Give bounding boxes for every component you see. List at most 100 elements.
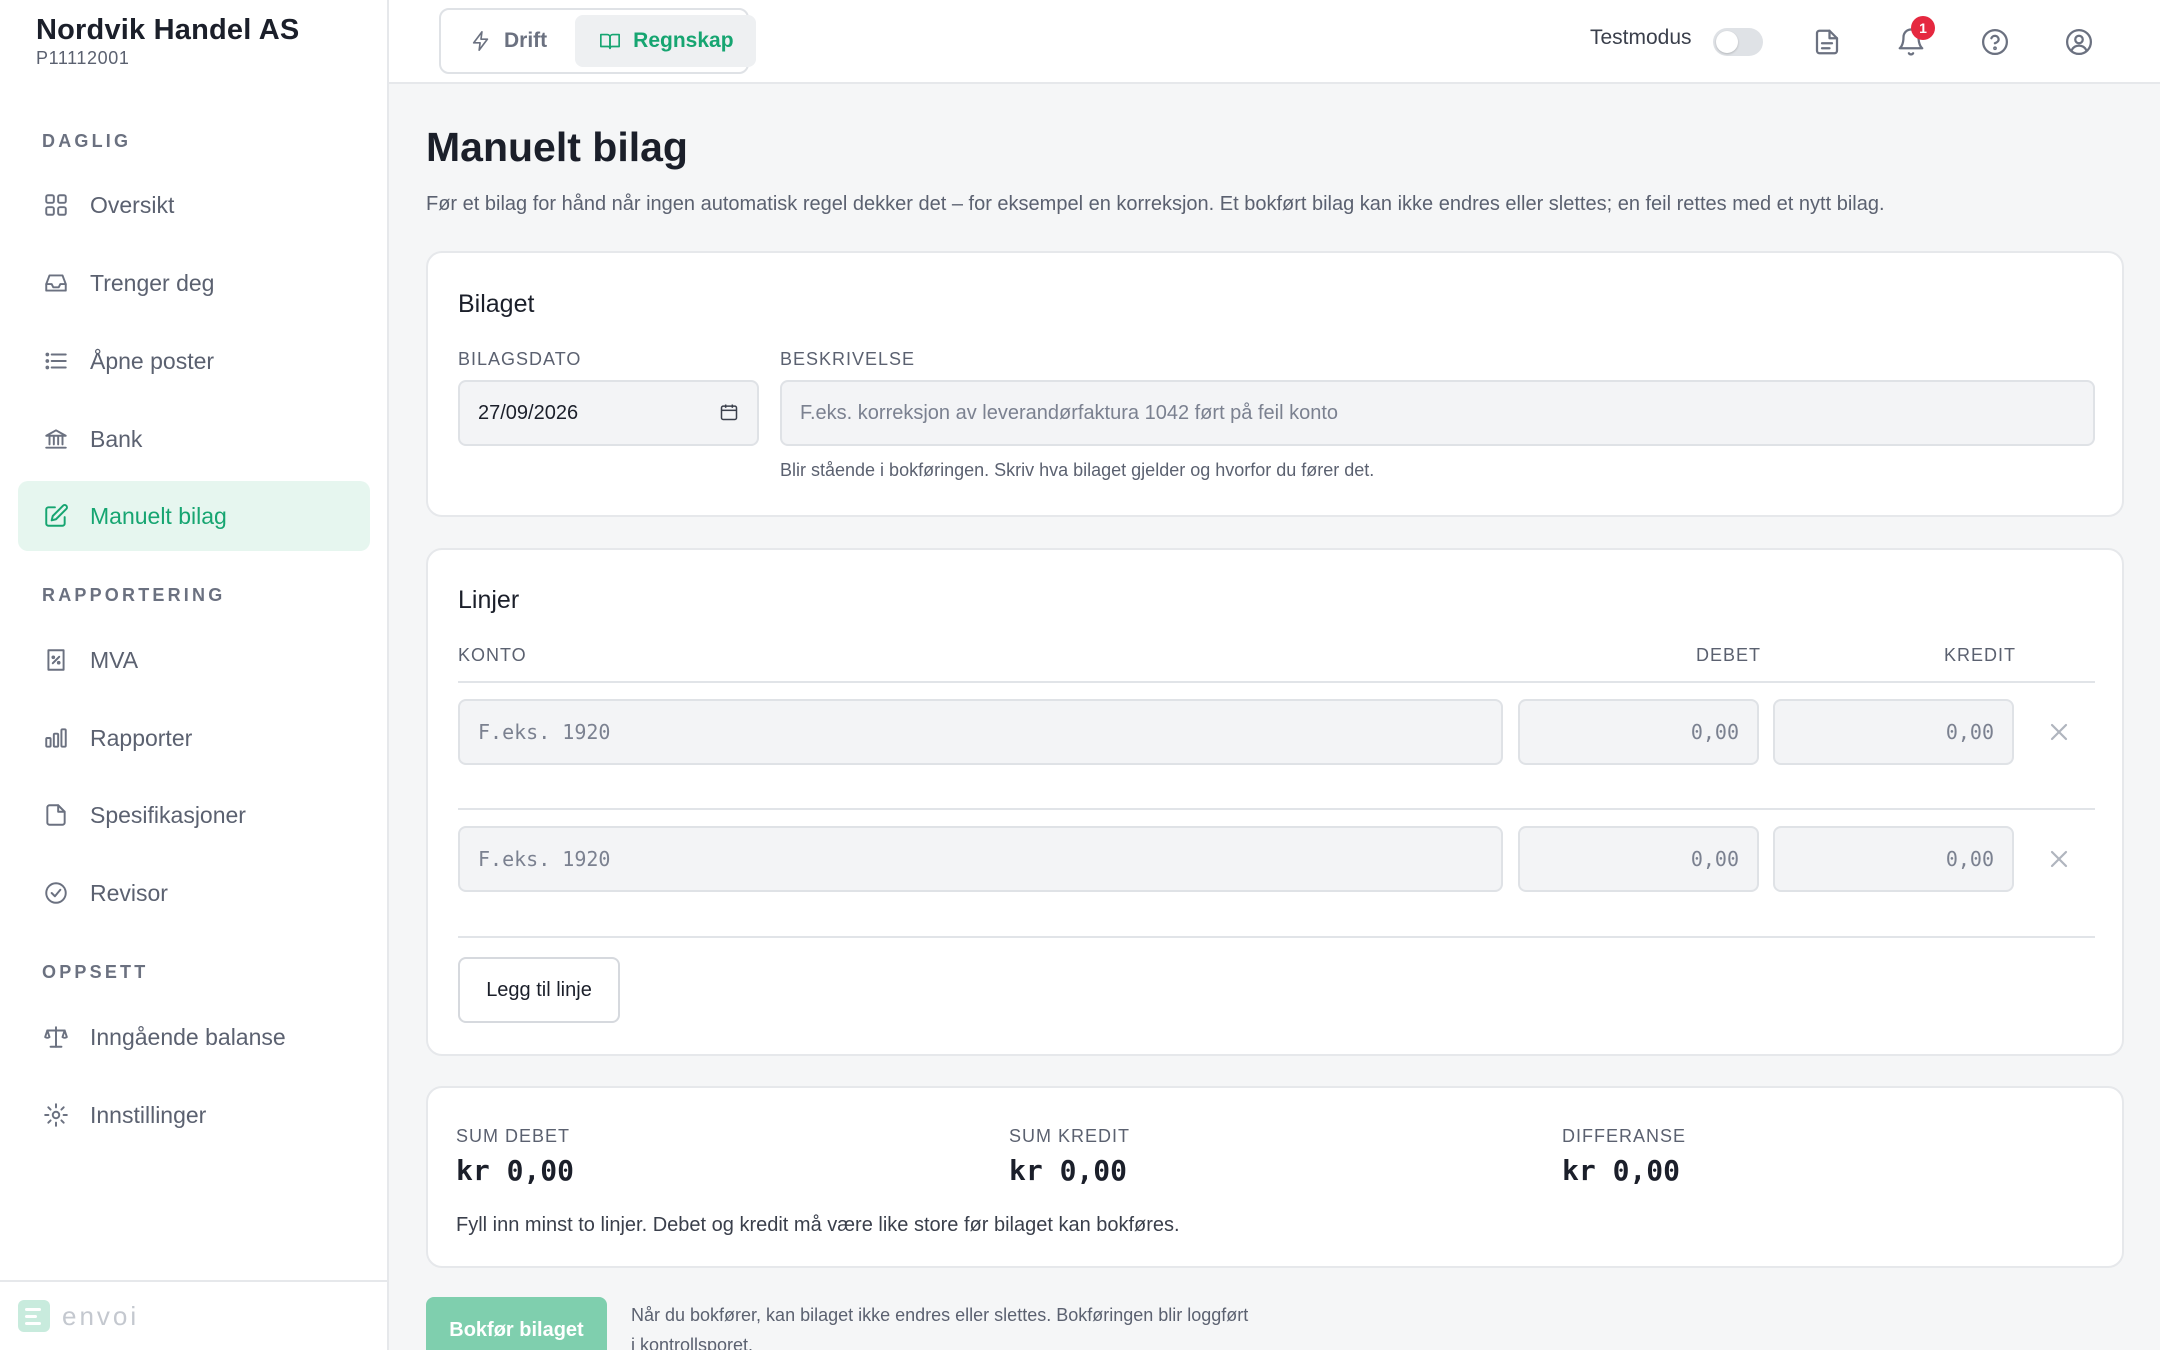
page-title: Manuelt bilag — [426, 124, 688, 170]
konto-input[interactable]: F.eks. 1920 — [458, 699, 1503, 765]
sidebar-item-label: Åpne poster — [90, 347, 215, 374]
help-button[interactable] — [1975, 22, 2015, 62]
sidebar-item-rapporter[interactable]: Rapporter — [18, 703, 370, 773]
sidebar-item-label: Bank — [90, 425, 143, 452]
date-input[interactable]: 27/09/2026 — [458, 380, 759, 446]
card-title: Bilaget — [458, 290, 535, 318]
remove-line-button[interactable] — [2041, 714, 2077, 750]
sum-kredit-value: kr 0,00 — [1009, 1154, 1128, 1187]
kredit-input[interactable]: 0,00 — [1773, 699, 2014, 765]
debet-placeholder: 0,00 — [1690, 720, 1739, 744]
column-header-konto: KONTO — [458, 645, 527, 665]
org-id: P11112001 — [36, 48, 130, 68]
notification-badge: 1 — [1911, 16, 1935, 40]
tab-drift[interactable]: Drift — [446, 15, 569, 67]
sum-debet-label: SUM DEBET — [456, 1126, 571, 1146]
section-label-rapportering: RAPPORTERING — [42, 585, 226, 605]
sidebar-item-label: Rapporter — [90, 724, 193, 751]
sidebar-item-label: Revisor — [90, 879, 168, 906]
org-name: Nordvik Handel AS — [36, 14, 300, 46]
summary-note: Fyll inn minst to linjer. Debet og kredi… — [456, 1214, 1180, 1236]
section-label-daglig: DAGLIG — [42, 131, 132, 151]
sidebar-item-spesifikasjoner[interactable]: Spesifikasjoner — [18, 780, 370, 850]
kredit-placeholder: 0,00 — [1945, 847, 1994, 871]
sidebar-item-label: Inngående balanse — [90, 1023, 286, 1050]
sidebar-item-innstillinger[interactable]: Innstillinger — [18, 1080, 370, 1150]
submit-button[interactable]: Bokfør bilaget — [426, 1297, 607, 1350]
differanse-label: DIFFERANSE — [1562, 1126, 1687, 1146]
logo-text: envoi — [62, 1300, 140, 1331]
close-icon — [2050, 850, 2068, 868]
inbox-icon — [42, 269, 70, 297]
sidebar-item-label: Innstillinger — [90, 1101, 207, 1128]
sidebar-item-bank[interactable]: Bank — [18, 404, 370, 474]
sidebar-item-trenger-deg[interactable]: Trenger deg — [18, 248, 370, 318]
description-placeholder: F.eks. korreksjon av leverandørfaktura 1… — [800, 401, 1339, 424]
date-value: 27/09/2026 — [478, 401, 579, 424]
column-header-kredit: KREDIT — [1944, 645, 2017, 665]
document-icon — [1815, 29, 1839, 55]
grid-icon — [42, 191, 70, 219]
sidebar-item-apne-poster[interactable]: Åpne poster — [18, 326, 370, 396]
sidebar-item-mva[interactable]: MVA — [18, 625, 370, 695]
tab-label: Drift — [504, 29, 548, 52]
tab-label: Regnskap — [633, 29, 734, 52]
column-header-debet: DEBET — [1696, 645, 1762, 665]
sidebar-item-label: Trenger deg — [90, 269, 215, 296]
remove-line-button[interactable] — [2041, 841, 2077, 877]
scale-icon — [42, 1023, 70, 1051]
sidebar-item-oversikt[interactable]: Oversikt — [18, 170, 370, 240]
book-icon — [600, 33, 621, 50]
debet-placeholder: 0,00 — [1690, 847, 1739, 871]
calendar-icon[interactable] — [719, 402, 739, 422]
sidebar-item-label: Oversikt — [90, 191, 175, 218]
debet-input[interactable]: 0,00 — [1518, 699, 1759, 765]
add-line-button[interactable]: Legg til linje — [458, 957, 620, 1023]
sidebar-item-inngaende-balanse[interactable]: Inngående balanse — [18, 1002, 370, 1072]
testmode-label: Testmodus — [1590, 26, 1692, 49]
sidebar-item-revisor[interactable]: Revisor — [18, 858, 370, 928]
sidebar-item-label: Spesifikasjoner — [90, 801, 246, 828]
submit-note: Når du bokfører, kan bilaget ikke endres… — [631, 1305, 1249, 1350]
tab-regnskap[interactable]: Regnskap — [575, 15, 756, 67]
divider — [458, 808, 2095, 810]
divider — [458, 936, 2095, 938]
document-icon — [42, 801, 70, 829]
gear-icon — [42, 1101, 70, 1129]
kredit-placeholder: 0,00 — [1945, 720, 1994, 744]
summary-card: SUM DEBET kr 0,00 SUM KREDIT kr 0,00 DIF… — [426, 1086, 2124, 1268]
sidebar: Nordvik Handel AS P11112001 DAGLIG Overs… — [0, 0, 389, 1350]
bolt-icon — [472, 31, 489, 51]
sidebar-item-label: Manuelt bilag — [90, 502, 227, 529]
check-circle-icon — [42, 879, 70, 907]
percent-receipt-icon — [42, 646, 70, 674]
card-title: Linjer — [458, 586, 520, 614]
bilaget-card: Bilaget BILAGSDATO 27/09/2026 BESKRIVELS… — [426, 251, 2124, 517]
user-icon — [2066, 29, 2092, 55]
description-label: BESKRIVELSE — [780, 349, 916, 369]
description-helper: Blir stående i bokføringen. Skriv hva bi… — [780, 460, 1375, 480]
mode-switch: Drift Regnskap — [439, 8, 756, 74]
bar-chart-icon — [42, 724, 70, 752]
sidebar-item-manuelt-bilag[interactable]: Manuelt bilag — [18, 481, 370, 551]
section-label-oppsett: OPPSETT — [42, 962, 149, 982]
notifications-button[interactable]: 1 — [1891, 16, 1935, 62]
konto-input[interactable]: F.eks. 1920 — [458, 826, 1503, 892]
toggle-knob — [1716, 31, 1738, 53]
debet-input[interactable]: 0,00 — [1518, 826, 1759, 892]
list-icon — [42, 347, 70, 375]
close-icon — [2050, 723, 2068, 741]
documents-button[interactable] — [1807, 22, 1847, 62]
sum-kredit-label: SUM KREDIT — [1009, 1126, 1131, 1146]
user-menu-button[interactable] — [2059, 22, 2099, 62]
sidebar-footer: envoi — [0, 1280, 387, 1350]
description-input[interactable]: F.eks. korreksjon av leverandørfaktura 1… — [780, 380, 2095, 446]
kredit-input[interactable]: 0,00 — [1773, 826, 2014, 892]
page-description: Før et bilag for hånd når ingen automati… — [426, 193, 1885, 215]
sum-debet-value: kr 0,00 — [456, 1154, 575, 1187]
bank-icon — [42, 425, 70, 453]
date-label: BILAGSDATO — [458, 349, 582, 369]
envoi-logo-icon — [18, 1300, 50, 1332]
testmode-toggle[interactable] — [1713, 28, 1763, 56]
topbar: Drift Regnskap Testmodus 1 — [389, 0, 2160, 84]
